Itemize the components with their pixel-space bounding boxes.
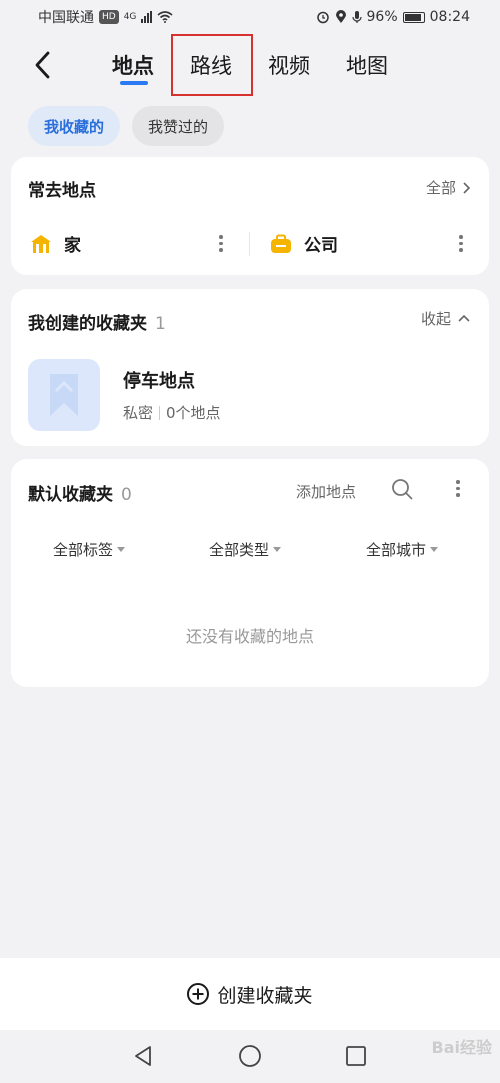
chip-my-likes[interactable]: 我赞过的 [132,106,225,146]
annotation-highlight-box [171,34,253,96]
meta-separator [159,405,161,420]
default-folder-count: 0 [121,485,132,505]
frequent-places-card: 常去地点 全部 家 公司 [11,157,489,275]
create-folder-button[interactable]: 创建收藏夹 [0,958,500,1030]
caret-down-icon [430,547,439,552]
search-icon[interactable] [391,478,413,500]
location-icon [335,10,346,23]
battery-percent: 96% [366,9,398,25]
frequent-places-title: 常去地点 [28,181,96,201]
home-circle-icon[interactable] [238,1044,262,1068]
briefcase-icon [271,234,291,253]
home-icon [31,234,51,253]
signal-icon [141,11,153,23]
filter-tags-label: 全部标签 [53,541,114,559]
filter-tags[interactable]: 全部标签 [53,539,126,560]
back-button[interactable] [26,48,60,82]
tab-videos[interactable]: 视频 [268,50,310,80]
default-folder-title-text: 默认收藏夹 [28,485,113,505]
folder-meta: 私密 0个地点 [123,402,221,423]
caret-down-icon [273,547,282,552]
home-more-button[interactable] [213,235,229,252]
default-folder-more-button[interactable] [450,480,466,497]
chip-my-favorites[interactable]: 我收藏的 [28,106,121,146]
filter-types[interactable]: 全部类型 [209,539,282,560]
add-place-button[interactable]: 添加地点 [296,481,356,502]
collapse-button[interactable]: 收起 [421,308,471,329]
filter-cities-label: 全部城市 [366,541,427,559]
chevron-right-icon [463,181,471,194]
watermark: Bai经验 [431,1038,492,1057]
active-tab-indicator [120,81,148,85]
alarm-icon [316,11,329,24]
chevron-up-icon [458,314,470,322]
work-more-button[interactable] [453,235,469,252]
collapse-label: 收起 [420,310,451,328]
filter-types-label: 全部类型 [209,541,270,559]
status-bar: 中国联通 HD 4G 96% 08:24 [0,0,500,34]
folder-thumbnail[interactable] [28,359,100,431]
recents-square-icon[interactable] [344,1044,368,1068]
system-nav-bar [0,1030,500,1083]
hd-badge: HD [99,10,119,24]
folder-name[interactable]: 停车地点 [123,367,195,393]
back-triangle-icon[interactable] [131,1044,155,1068]
default-folder-title: 默认收藏夹 0 [28,480,132,505]
create-folder-label: 创建收藏夹 [217,984,313,1007]
wifi-icon [157,11,173,23]
folder-privacy: 私密 [123,404,154,422]
caret-down-icon [117,547,126,552]
tab-places[interactable]: 地点 [112,50,154,80]
carrier-label: 中国联通 [38,10,94,26]
work-label: 公司 [304,236,338,256]
filter-cities[interactable]: 全部城市 [366,539,439,560]
mic-icon [351,11,362,23]
add-circle-icon [187,983,210,1005]
filter-chips: 我收藏的 我赞过的 [28,106,225,146]
work-place-item[interactable]: 公司 [270,231,338,256]
default-folder-card: 默认收藏夹 0 添加地点 全部标签 全部类型 全部城市 还没有收藏的地点 [11,459,489,687]
home-label: 家 [64,236,81,256]
back-arrow-icon [35,51,50,79]
empty-state-text: 还没有收藏的地点 [185,627,314,646]
home-place-item[interactable]: 家 [30,231,81,256]
created-folders-title: 我创建的收藏夹 1 [28,309,166,334]
folder-place-count: 0个地点 [166,404,221,422]
bookmark-icon [50,374,78,416]
created-folders-title-text: 我创建的收藏夹 [28,314,147,334]
status-right: 96% 08:24 [316,9,470,25]
view-all-button[interactable]: 全部 [426,177,471,198]
tab-map[interactable]: 地图 [346,50,388,80]
battery-icon [402,11,425,23]
place-divider [249,232,250,256]
view-all-label: 全部 [425,179,456,197]
status-left: 中国联通 HD 4G [38,7,173,27]
network-label: 4G [123,12,137,22]
created-folders-count: 1 [155,314,166,334]
created-folders-card: 我创建的收藏夹 1 收起 停车地点 私密 0个地点 [11,289,489,446]
clock: 08:24 [429,9,470,25]
